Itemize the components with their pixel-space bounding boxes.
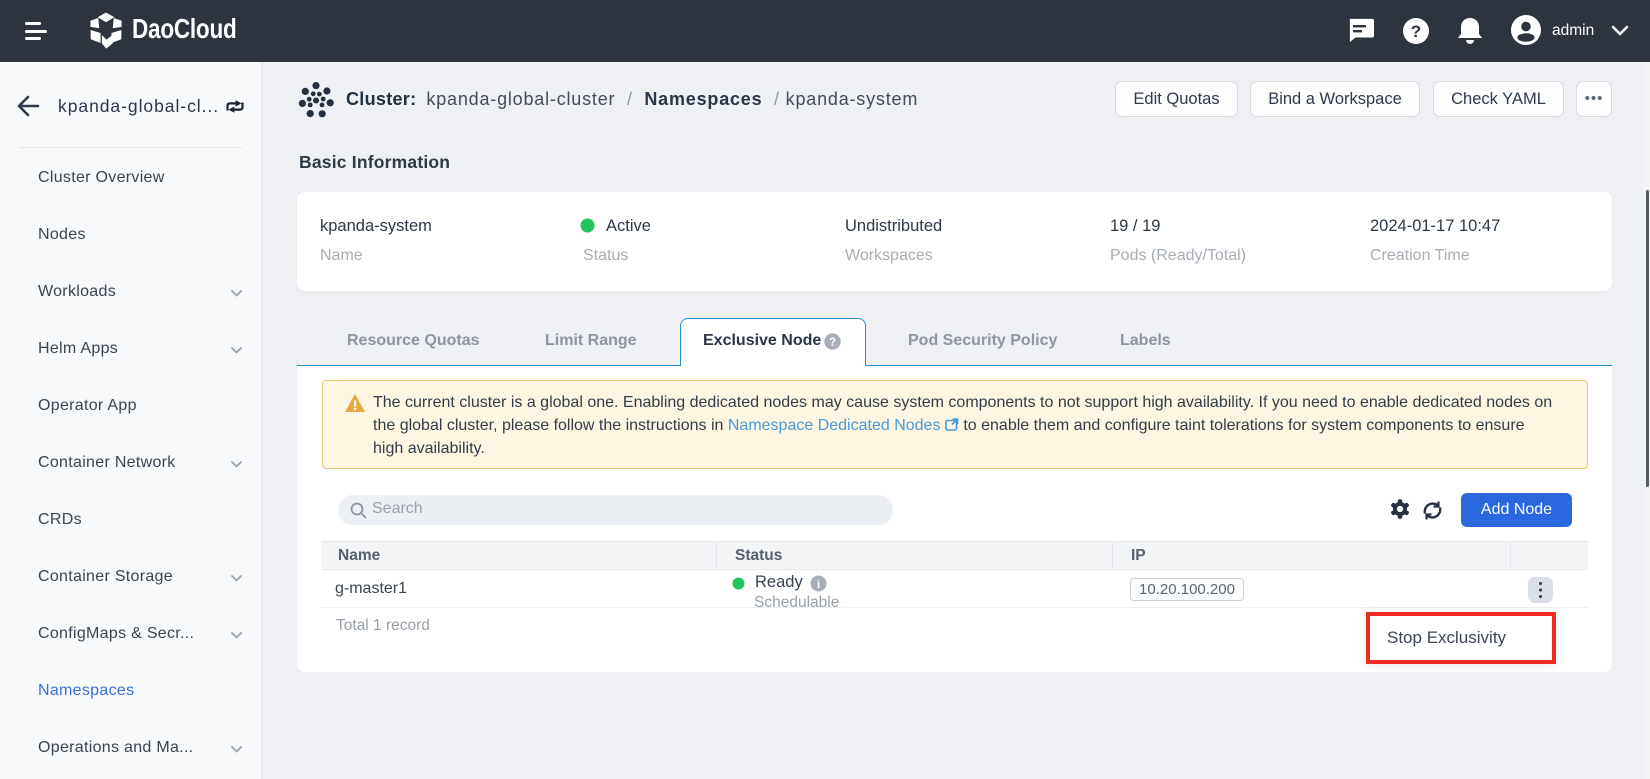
svg-text:?: ? bbox=[829, 337, 836, 349]
svg-text:i: i bbox=[817, 579, 820, 591]
svg-text:?: ? bbox=[1411, 22, 1421, 41]
